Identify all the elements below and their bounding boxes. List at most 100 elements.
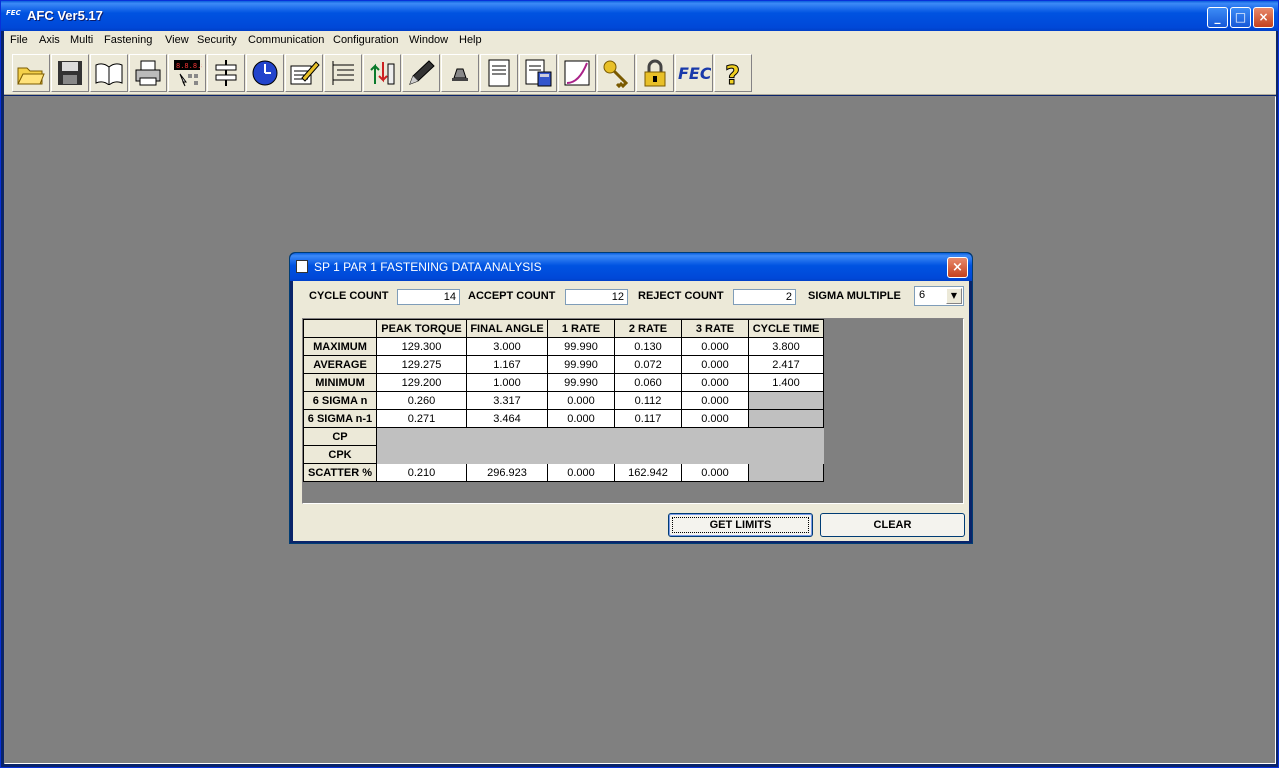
menu-configuration[interactable]: Configuration [333,34,398,46]
table-cell: 2.417 [748,355,824,374]
table-cell [748,463,824,482]
calc-button[interactable] [519,54,557,92]
open-folder-icon [17,67,45,85]
table-cell: 0.000 [681,463,749,482]
printer-icon [135,60,161,86]
menu-view[interactable]: View [165,34,189,46]
pen-icon [409,60,435,85]
help-button[interactable]: ? [714,54,752,92]
open-button[interactable] [12,54,50,92]
column-header: 1 RATE [547,319,615,338]
svg-text:?: ? [725,61,740,88]
table-row: CPK [303,445,824,464]
io-button[interactable] [363,54,401,92]
row-header: AVERAGE [303,355,377,374]
sequence-button[interactable] [207,54,245,92]
minimize-icon: _ [1214,10,1221,24]
table-cell: 0.112 [614,391,682,410]
display-counter-icon: 8.8.8.8 [174,60,202,87]
bell-icon [452,68,468,81]
key-icon [603,60,629,88]
sigma-multiple-value: 6 [919,289,926,301]
document-button[interactable] [480,54,518,92]
close-icon: × [952,260,963,275]
table-cell: 0.000 [681,373,749,392]
menu-communication[interactable]: Communication [248,34,324,46]
pen-button[interactable] [402,54,440,92]
key-button[interactable] [597,54,635,92]
minimize-button[interactable]: _ [1207,7,1228,28]
menu-window[interactable]: Window [409,34,448,46]
menu-multi[interactable]: Multi [70,34,93,46]
svg-text:FEC: FEC [678,64,711,83]
table-cell [748,391,824,410]
maximize-button[interactable]: □ [1230,7,1251,28]
table-cell: 0.000 [681,337,749,356]
table-cell: 3.800 [748,337,824,356]
list-icon [332,61,354,85]
table-cell: 129.300 [376,337,467,356]
dialog-body: CYCLE COUNT 14 ACCEPT COUNT 12 REJECT CO… [293,281,969,541]
table-cell: 0.000 [547,463,615,482]
fec-button[interactable]: FEC [675,54,713,92]
close-button[interactable]: × [1253,7,1274,28]
menu-security[interactable]: Security [197,34,237,46]
table-cell: 0.271 [376,409,467,428]
table-cell: 0.117 [614,409,682,428]
row-header: CPK [303,445,377,464]
table-row: SCATTER % 0.210 296.923 0.000 162.942 0.… [303,463,824,482]
menu-bar: File Axis Multi Fastening View Security … [4,31,1276,51]
table-cell: 0.130 [614,337,682,356]
corner-cell [303,319,377,338]
table-cell [376,427,824,446]
lock-icon [644,59,666,87]
menu-axis[interactable]: Axis [39,34,60,46]
menu-file[interactable]: File [10,34,28,46]
table-header-row: PEAK TORQUE FINAL ANGLE 1 RATE 2 RATE 3 … [303,319,824,338]
table-row: 6 SIGMA n 0.260 3.317 0.000 0.112 0.000 [303,391,824,410]
table-cell: 3.000 [466,337,548,356]
display-button[interactable]: 8.8.8.8 [168,54,206,92]
table-cell [376,445,824,464]
lock-button[interactable] [636,54,674,92]
edit-button[interactable] [285,54,323,92]
help-question-icon: ? [725,61,741,89]
calculator-document-icon [525,59,552,87]
print-button[interactable] [129,54,167,92]
table-row: CP [303,427,824,446]
table-cell: 129.200 [376,373,467,392]
table-cell: 99.990 [547,337,615,356]
column-header: PEAK TORQUE [376,319,467,338]
manual-button[interactable] [90,54,128,92]
table-cell: 0.060 [614,373,682,392]
alarm-button[interactable] [441,54,479,92]
get-limits-button[interactable]: GET LIMITS [668,513,813,537]
table-cell [748,409,824,428]
title-bar[interactable]: FEC AFC Ver5.17 _ □ × [1,1,1278,31]
focus-rect [672,517,809,533]
menu-help[interactable]: Help [459,34,482,46]
column-header: CYCLE TIME [748,319,824,338]
menu-fastening[interactable]: Fastening [104,34,152,46]
table-cell: 99.990 [547,355,615,374]
table-row: MAXIMUM 129.300 3.000 99.990 0.130 0.000… [303,337,824,356]
dialog-close-button[interactable]: × [947,257,968,278]
graph-button[interactable] [558,54,596,92]
save-button[interactable] [51,54,89,92]
fec-app-icon: FEC [6,9,21,17]
table-cell: 0.000 [547,409,615,428]
close-icon: × [1258,10,1269,24]
clear-button[interactable]: CLEAR [820,513,965,537]
clear-label: CLEAR [873,519,912,531]
clock-button[interactable] [246,54,284,92]
table-cell: 0.000 [681,355,749,374]
reject-count-field: 2 [733,289,796,305]
list-button[interactable] [324,54,362,92]
table-cell: 0.000 [681,409,749,428]
cycle-count-label: CYCLE COUNT [309,290,389,302]
fec-logo-icon: FEC [678,64,711,83]
sigma-multiple-select[interactable]: 6 ▼ [914,286,964,306]
table-cell: 3.317 [466,391,548,410]
dialog-title-bar[interactable]: SP 1 PAR 1 FASTENING DATA ANALYSIS × [290,253,972,281]
chevron-down-icon[interactable]: ▼ [946,288,962,304]
